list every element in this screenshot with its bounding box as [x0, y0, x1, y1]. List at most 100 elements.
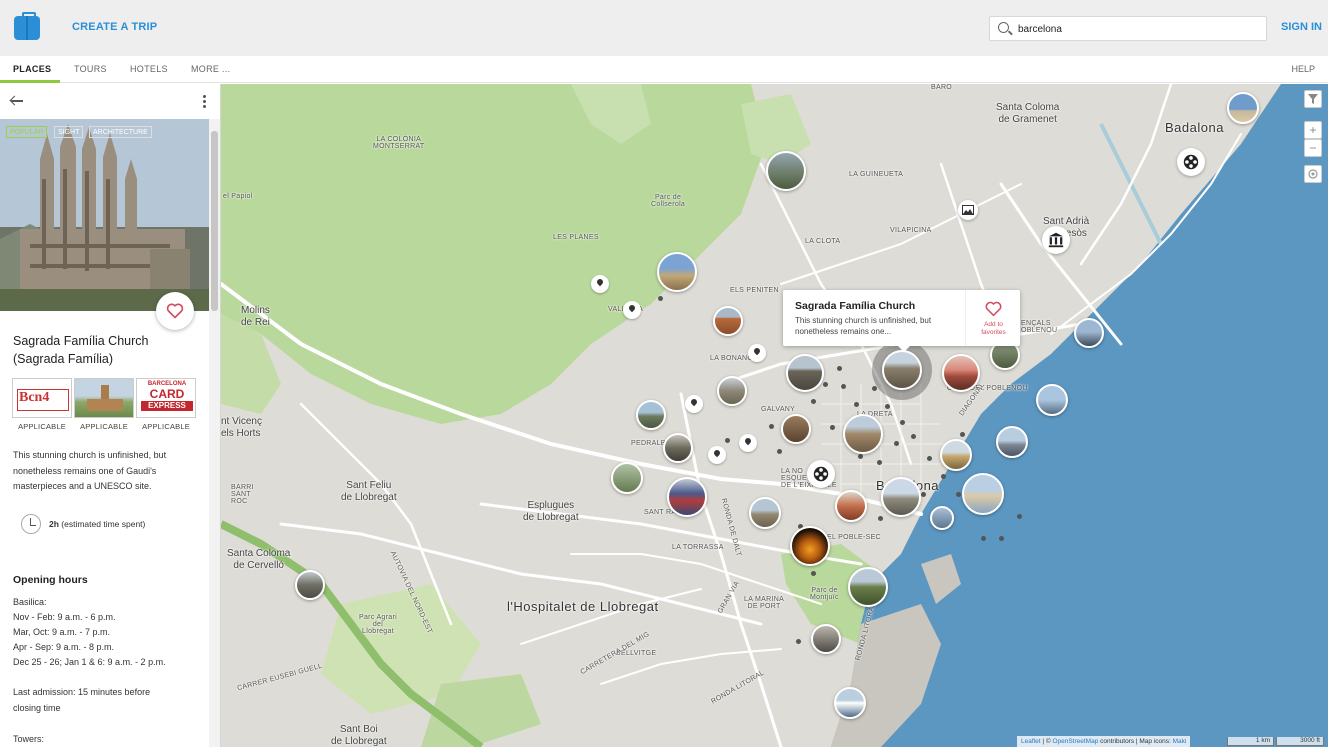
poi-dot[interactable]: [956, 492, 961, 497]
place-photo-marker[interactable]: [749, 497, 781, 529]
place-photo-marker[interactable]: [835, 490, 867, 522]
popup-title[interactable]: Sagrada Família Church: [795, 300, 915, 312]
pass-park[interactable]: [74, 378, 134, 418]
filter-icon[interactable]: [1304, 90, 1322, 108]
place-photo-marker[interactable]: [636, 400, 666, 430]
scrollbar-thumb[interactable]: [211, 131, 218, 311]
poi-dot[interactable]: [960, 432, 965, 437]
place-photo-marker[interactable]: [930, 506, 954, 530]
place-photo-marker[interactable]: [996, 426, 1028, 458]
pass-barcelona-card[interactable]: BARCELONA CARD EXPRESS: [136, 378, 196, 418]
film-reel-icon[interactable]: [807, 460, 835, 488]
map[interactable]: Badalona Santa Coloma de Gramenet Sant A…: [221, 84, 1328, 747]
maki-link[interactable]: Maki: [1173, 738, 1187, 745]
poi-dot[interactable]: [921, 492, 926, 497]
pass-bcn4[interactable]: Bcn4: [12, 378, 72, 418]
hours-line: Last admission: 15 minutes before: [13, 687, 151, 697]
poi-dot[interactable]: [900, 420, 905, 425]
poi-dot[interactable]: [885, 404, 890, 409]
location-pin-icon[interactable]: [708, 446, 726, 464]
leaflet-link[interactable]: Leaflet: [1021, 738, 1041, 745]
poi-dot[interactable]: [823, 382, 828, 387]
location-pin-icon[interactable]: [739, 434, 757, 452]
openstreetmap-link[interactable]: OpenStreetMap: [1052, 738, 1098, 745]
place-photo-marker[interactable]: [667, 477, 707, 517]
poi-dot[interactable]: [927, 456, 932, 461]
sign-in-button[interactable]: SIGN IN: [1281, 21, 1322, 33]
suitcase-logo-icon[interactable]: [14, 12, 40, 40]
more-options-icon[interactable]: [203, 95, 207, 109]
place-photo-marker[interactable]: [940, 439, 972, 471]
tab-more[interactable]: MORE ...: [191, 64, 230, 74]
place-photo-marker[interactable]: [1036, 384, 1068, 416]
poi-dot[interactable]: [911, 434, 916, 439]
photo-gallery-icon[interactable]: [958, 200, 978, 220]
place-photo-marker[interactable]: [942, 354, 980, 392]
place-photo-marker[interactable]: [781, 414, 811, 444]
place-photo-marker[interactable]: [834, 687, 866, 719]
back-arrow-icon[interactable]: [10, 94, 24, 108]
panel-scrollbar[interactable]: [209, 119, 220, 747]
pass-label: APPLICABLE: [142, 422, 190, 431]
place-photo-marker[interactable]: [295, 570, 325, 600]
poi-dot[interactable]: [777, 449, 782, 454]
search-box[interactable]: [989, 16, 1267, 41]
tab-hotels[interactable]: HOTELS: [130, 64, 168, 74]
location-pin-icon[interactable]: [685, 395, 703, 413]
tab-tours[interactable]: TOURS: [74, 64, 107, 74]
search-input[interactable]: [1018, 20, 1258, 38]
poi-dot[interactable]: [830, 425, 835, 430]
map-attribution: Leaflet | © OpenStreetMap contributors |…: [1017, 736, 1191, 747]
zoom-out-button[interactable]: −: [1304, 139, 1322, 157]
place-photo-marker[interactable]: [1227, 92, 1259, 124]
help-link[interactable]: HELP: [1291, 64, 1315, 74]
create-trip-button[interactable]: CREATE A TRIP: [72, 21, 157, 33]
poi-dot[interactable]: [811, 571, 816, 576]
poi-dot[interactable]: [811, 399, 816, 404]
poi-dot[interactable]: [658, 296, 663, 301]
place-photo-marker[interactable]: [657, 252, 697, 292]
location-pin-icon[interactable]: [748, 344, 766, 362]
place-photo-marker[interactable]: [848, 567, 888, 607]
poi-dot[interactable]: [1017, 514, 1022, 519]
poi-dot[interactable]: [841, 384, 846, 389]
poi-dot[interactable]: [981, 536, 986, 541]
poi-dot[interactable]: [854, 402, 859, 407]
place-photo-marker[interactable]: [766, 151, 806, 191]
poi-dot[interactable]: [941, 474, 946, 479]
film-reel-icon[interactable]: [1177, 148, 1205, 176]
zoom-in-button[interactable]: +: [1304, 121, 1322, 139]
place-photo-marker[interactable]: [881, 477, 921, 517]
popup-add-to-favorites[interactable]: Add to favorites: [965, 290, 1020, 346]
place-photo-marker[interactable]: [611, 462, 643, 494]
location-pin-icon[interactable]: [591, 275, 609, 293]
favorite-button[interactable]: [156, 292, 194, 330]
hours-line: Towers:: [13, 734, 45, 744]
place-photo-marker[interactable]: [713, 306, 743, 336]
place-photo-marker[interactable]: [811, 624, 841, 654]
poi-dot[interactable]: [837, 366, 842, 371]
place-popup[interactable]: Sagrada Família Church This stunning chu…: [783, 290, 1020, 352]
museum-icon[interactable]: [1042, 226, 1070, 254]
locate-me-icon[interactable]: [1304, 165, 1322, 183]
poi-dot[interactable]: [877, 460, 882, 465]
poi-dot[interactable]: [878, 516, 883, 521]
poi-dot[interactable]: [999, 536, 1004, 541]
active-tab-indicator: [0, 80, 60, 83]
hours-line: Mar, Oct: 9 a.m. - 7 p.m.: [13, 627, 111, 637]
tab-places[interactable]: PLACES: [13, 64, 51, 74]
place-photo-marker[interactable]: [717, 376, 747, 406]
place-photo-marker[interactable]: [843, 414, 883, 454]
place-photo-marker[interactable]: [663, 433, 693, 463]
pass-bcn4-text: Bcn4: [19, 390, 50, 405]
poi-dot[interactable]: [796, 639, 801, 644]
place-photo-marker[interactable]: [786, 354, 824, 392]
location-pin-icon[interactable]: [623, 301, 641, 319]
place-photo-marker[interactable]: [790, 526, 830, 566]
place-photo-marker[interactable]: [1074, 318, 1104, 348]
poi-dot[interactable]: [894, 441, 899, 446]
poi-dot[interactable]: [725, 438, 730, 443]
place-photo-marker[interactable]: [962, 473, 1004, 515]
poi-dot[interactable]: [858, 454, 863, 459]
poi-dot[interactable]: [769, 424, 774, 429]
